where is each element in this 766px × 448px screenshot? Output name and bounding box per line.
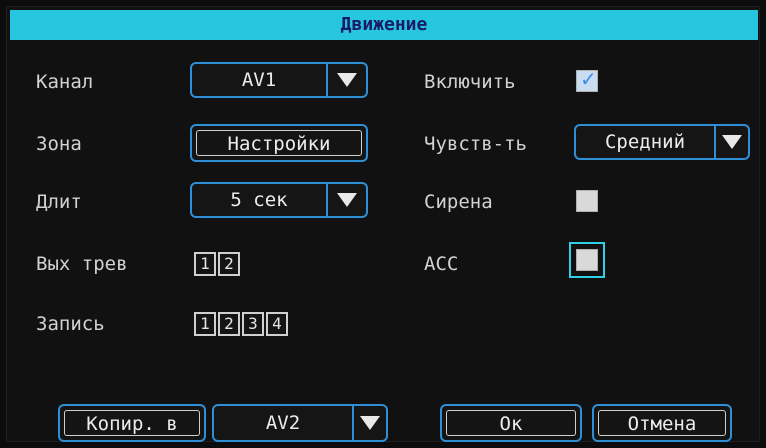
chevron-down-icon[interactable] — [716, 126, 748, 158]
siren-label: Сирена — [424, 191, 493, 213]
alarm-out-2[interactable]: 2 — [218, 252, 240, 276]
chevron-down-icon[interactable] — [328, 184, 366, 216]
dialog-frame — [6, 6, 760, 442]
zone-settings-label: Настройки — [196, 130, 362, 156]
siren-checkbox[interactable] — [576, 190, 598, 212]
copy-target-dropdown[interactable]: AV2 — [212, 404, 388, 442]
record-channel-2[interactable]: 2 — [218, 312, 240, 336]
zone-settings-button[interactable]: Настройки — [190, 124, 368, 162]
chevron-down-icon[interactable] — [328, 64, 366, 96]
cancel-label: Отмена — [598, 410, 726, 436]
copy-target-value: AV2 — [265, 412, 301, 434]
ok-label: Ок — [446, 410, 576, 436]
checkmark-icon: ✓ — [580, 67, 597, 91]
enable-label: Включить — [424, 71, 516, 93]
record-channel-1[interactable]: 1 — [194, 312, 216, 336]
duration-label: Длит — [36, 191, 82, 213]
sensitivity-value: Средний — [604, 131, 686, 153]
duration-dropdown[interactable]: 5 сек — [190, 182, 368, 218]
sensitivity-label: Чувств-ть — [424, 133, 527, 155]
enable-checkbox[interactable]: ✓ — [576, 67, 598, 92]
acc-checkbox[interactable] — [576, 249, 598, 271]
duration-value: 5 сек — [230, 189, 288, 211]
copy-to-label: Копир. в — [64, 410, 200, 436]
record-channel-3[interactable]: 3 — [242, 312, 264, 336]
copy-to-button[interactable]: Копир. в — [58, 404, 206, 442]
cancel-button[interactable]: Отмена — [592, 404, 732, 442]
sensitivity-dropdown[interactable]: Средний — [574, 124, 750, 160]
chevron-down-icon[interactable] — [354, 406, 386, 440]
acc-label: ACC — [424, 253, 459, 275]
alarm-out-1[interactable]: 1 — [194, 252, 216, 276]
zone-label: Зона — [36, 133, 82, 155]
ok-button[interactable]: Ок — [440, 404, 582, 442]
channel-value: AV1 — [241, 69, 277, 91]
alarm-out-label: Вых трев — [36, 253, 128, 275]
channel-dropdown[interactable]: AV1 — [190, 62, 368, 98]
record-label: Запись — [36, 313, 105, 335]
channel-label: Канал — [36, 71, 94, 93]
dialog-title: Движение — [10, 10, 758, 40]
record-channel-4[interactable]: 4 — [266, 312, 288, 336]
